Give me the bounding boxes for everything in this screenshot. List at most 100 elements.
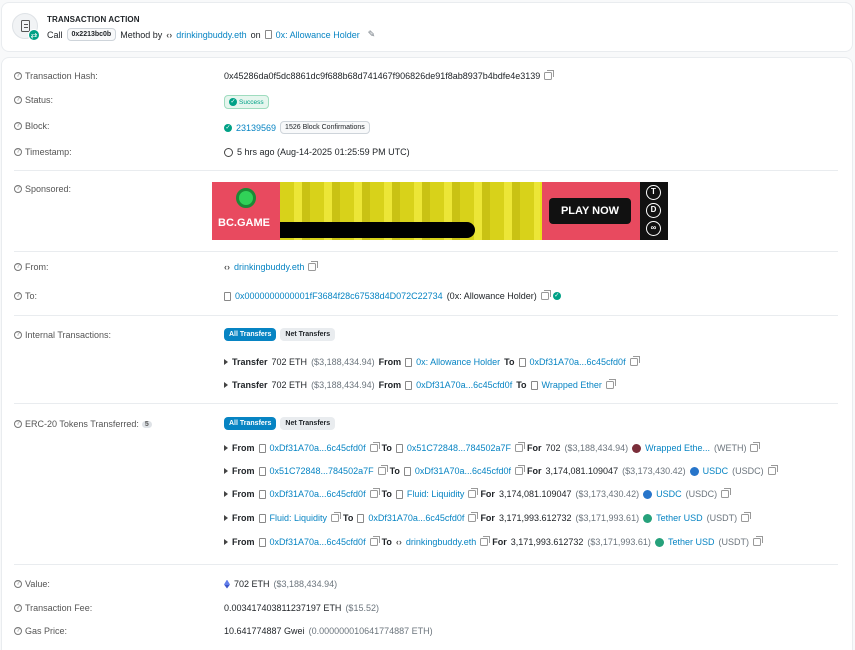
help-icon[interactable]: ? — [14, 148, 22, 156]
token-usd: ($3,173,430.42) — [622, 466, 686, 476]
token-name-link[interactable]: Tether USD — [668, 537, 715, 547]
copy-icon[interactable] — [741, 512, 752, 522]
copy-icon[interactable] — [468, 512, 479, 522]
caret-icon — [224, 539, 228, 545]
token-name-link[interactable]: Wrapped Ethe... — [645, 443, 710, 453]
token-symbol: (USDC) — [685, 489, 718, 499]
divider — [14, 170, 838, 171]
token-amount: 3,174,081.109047 — [498, 489, 572, 499]
transfer-to-link[interactable]: 0xDf31A70a...6c45cfd0f — [530, 357, 626, 367]
gas-amount: 10.641774887 Gwei — [224, 626, 305, 636]
internal-tx-label: Internal Transactions: — [25, 330, 112, 340]
target-contract-link[interactable]: 0x: Allowance Holder — [276, 30, 360, 40]
token-amount: 3,171,993.612732 — [498, 513, 572, 523]
transfer-from-link[interactable]: 0xDf31A70a...6c45cfd0f — [416, 380, 512, 390]
copy-icon[interactable] — [750, 442, 761, 452]
fee-amount: 0.003417403811237197 ETH — [224, 603, 342, 613]
help-icon[interactable]: ? — [14, 331, 22, 339]
verified-icon: ✓ — [552, 292, 561, 300]
to-label: To — [381, 443, 392, 453]
sponsored-banner[interactable]: BC.GAME PLAY NOW T D ∞ — [212, 182, 668, 240]
contract-icon — [258, 443, 266, 453]
caller-link[interactable]: drinkingbuddy.eth — [176, 30, 246, 40]
token-to-link[interactable]: 0x51C72848...784502a7F — [407, 443, 511, 453]
to-label: To — [504, 357, 515, 367]
for-label: For — [527, 466, 542, 476]
to-address-link[interactable]: 0x0000000000001fF3684f28c67538d4D072C227… — [235, 291, 443, 301]
fee-usd: ($15.52) — [345, 603, 379, 613]
token-name-link[interactable]: USDC — [703, 466, 729, 476]
action-title: TRANSACTION ACTION — [47, 15, 140, 24]
divider — [14, 315, 838, 316]
copy-icon[interactable] — [308, 261, 319, 271]
copy-icon[interactable] — [480, 536, 491, 546]
help-icon[interactable]: ? — [14, 627, 22, 635]
help-icon[interactable]: ? — [14, 122, 22, 130]
copy-icon[interactable] — [369, 442, 380, 452]
token-icon — [654, 537, 664, 547]
transfer-from-link[interactable]: 0x: Allowance Holder — [416, 357, 500, 367]
all-transfers-tab[interactable]: All Transfers — [224, 328, 277, 341]
status-value: Success — [239, 98, 264, 106]
copy-icon[interactable] — [515, 442, 525, 452]
to-label: To — [343, 513, 354, 523]
transfer-usd: ($3,188,434.94) — [311, 380, 375, 390]
copy-icon[interactable] — [468, 488, 479, 498]
copy-icon[interactable] — [721, 488, 732, 498]
help-icon[interactable]: ? — [14, 72, 22, 80]
token-to-link[interactable]: Fluid: Liquidity — [407, 489, 465, 499]
token-to-link[interactable]: 0xDf31A70a...6c45cfd0f — [415, 466, 511, 476]
gas-label: Gas Price: — [25, 626, 68, 636]
help-icon[interactable]: ? — [14, 185, 22, 193]
help-icon[interactable]: ? — [14, 420, 22, 428]
copy-icon[interactable] — [752, 536, 763, 546]
help-icon[interactable]: ? — [14, 263, 22, 271]
method-id-badge[interactable]: 0x2213bc0b — [66, 28, 117, 41]
on-label: on — [250, 29, 261, 40]
divider — [14, 251, 838, 252]
banner-bar — [280, 222, 475, 238]
transfer-to-link[interactable]: Wrapped Ether — [542, 380, 602, 390]
token-name-link[interactable]: USDC — [656, 489, 682, 499]
copy-icon[interactable] — [540, 290, 551, 300]
token-from-link[interactable]: 0xDf31A70a...6c45cfd0f — [270, 537, 366, 547]
all-transfers-tab[interactable]: All Transfers — [224, 417, 277, 430]
token-from-link[interactable]: Fluid: Liquidity — [270, 513, 328, 523]
copy-icon[interactable] — [515, 465, 525, 475]
net-transfers-tab[interactable]: Net Transfers — [280, 417, 336, 430]
copy-icon[interactable] — [331, 512, 342, 522]
status-label: Status: — [25, 95, 54, 105]
from-address-link[interactable]: drinkingbuddy.eth — [234, 262, 304, 272]
copy-icon[interactable] — [369, 536, 380, 546]
block-number-link[interactable]: 23139569 — [236, 123, 276, 133]
contract-icon — [395, 489, 403, 499]
copy-icon[interactable] — [605, 379, 616, 389]
help-icon[interactable]: ? — [14, 580, 22, 588]
help-icon[interactable]: ? — [14, 96, 22, 104]
token-icon — [632, 443, 642, 453]
copy-icon[interactable] — [767, 465, 778, 475]
contract-icon — [403, 466, 411, 476]
help-icon[interactable]: ? — [14, 292, 22, 300]
contract-icon — [405, 380, 413, 390]
for-label: For — [480, 513, 495, 523]
token-from-link[interactable]: 0x51C72848...784502a7F — [270, 466, 374, 476]
edit-icon[interactable]: ✎ — [368, 29, 376, 40]
transfer-amount: 702 ETH — [271, 380, 308, 390]
token-from-link[interactable]: 0xDf31A70a...6c45cfd0f — [270, 443, 366, 453]
copy-icon[interactable] — [544, 70, 555, 80]
play-now-button[interactable]: PLAY NOW — [549, 198, 631, 224]
help-icon[interactable]: ? — [14, 604, 22, 612]
copy-icon[interactable] — [377, 465, 388, 475]
copy-icon[interactable] — [629, 356, 640, 366]
copy-icon[interactable] — [369, 488, 380, 498]
to-label: To — [516, 380, 527, 390]
token-to-link[interactable]: drinkingbuddy.eth — [406, 537, 476, 547]
net-transfers-tab[interactable]: Net Transfers — [280, 328, 336, 341]
contract-icon — [395, 443, 403, 453]
swap-icon: ⇄ — [28, 29, 40, 41]
token-name-link[interactable]: Tether USD — [656, 513, 703, 523]
contract-icon — [530, 380, 538, 390]
token-to-link[interactable]: 0xDf31A70a...6c45cfd0f — [368, 513, 464, 523]
token-from-link[interactable]: 0xDf31A70a...6c45cfd0f — [270, 489, 366, 499]
